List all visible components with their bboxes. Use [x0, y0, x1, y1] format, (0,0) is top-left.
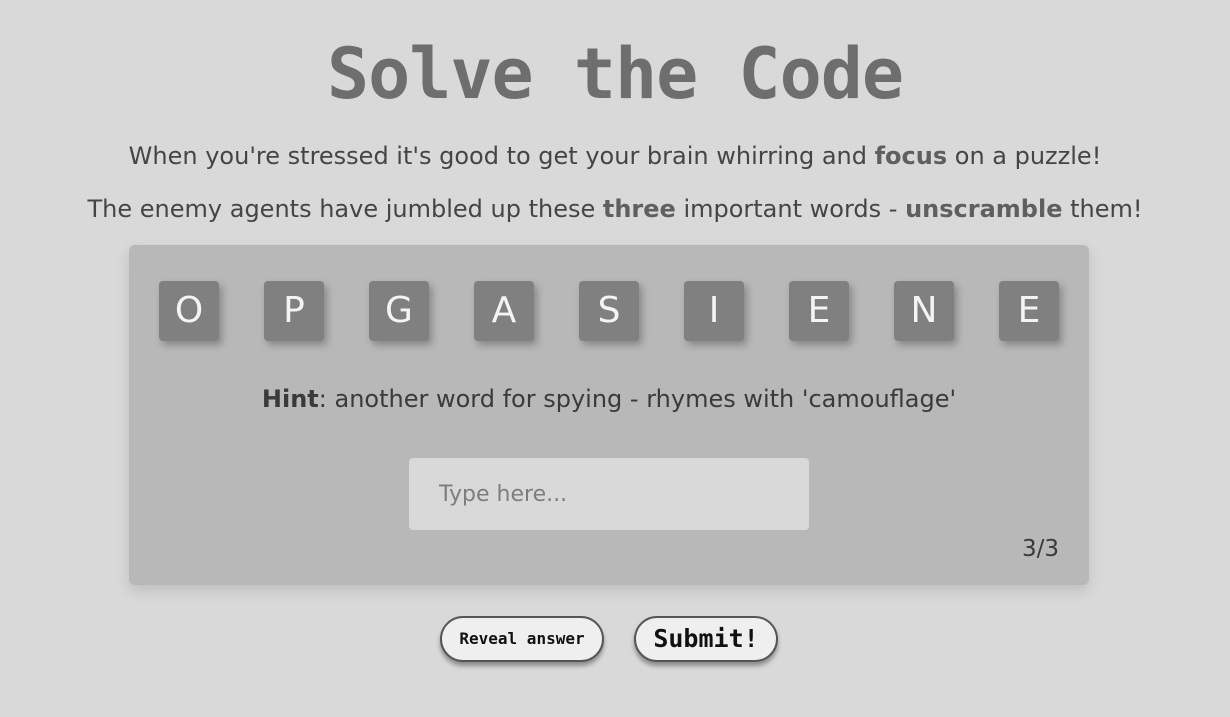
page-title: Solve the Code [326, 33, 904, 115]
letter-tile: G [369, 281, 429, 341]
hint-label: Hint [261, 385, 319, 413]
answer-input[interactable] [409, 458, 809, 530]
letter-tile: N [894, 281, 954, 341]
hint-body: : another word for spying - rhymes with … [318, 385, 957, 413]
intro-line-2-text-b: important words - [675, 195, 906, 223]
reveal-answer-button[interactable]: Reveal answer [440, 616, 604, 662]
intro-line-2: The enemy agents have jumbled up these t… [0, 193, 1230, 225]
intro-line-2-text-a: The enemy agents have jumbled up these [87, 195, 603, 223]
letter-tile: A [474, 281, 534, 341]
letter-tile: E [789, 281, 849, 341]
letter-tile: I [684, 281, 744, 341]
intro-line-1-text-b: on a puzzle! [947, 142, 1102, 170]
intro-line-1: When you're stressed it's good to get yo… [0, 140, 1230, 172]
intro-line-2-emphasis-2: unscramble [905, 195, 1063, 223]
intro-line-2-text-c: them! [1062, 195, 1143, 223]
hint-text: Hint: another word for spying - rhymes w… [129, 383, 1089, 415]
puzzle-panel: O P G A S I E N E Hint: another word for… [129, 245, 1089, 585]
letter-tile: S [579, 281, 639, 341]
intro-line-2-emphasis-1: three [602, 195, 676, 223]
letter-tile: P [264, 281, 324, 341]
word-counter: 3/3 [1021, 536, 1059, 562]
intro-line-1-emphasis: focus [874, 142, 948, 170]
letter-tile: E [999, 281, 1059, 341]
intro-line-1-text-a: When you're stressed it's good to get yo… [128, 142, 875, 170]
submit-button[interactable]: Submit! [634, 616, 778, 662]
letter-tile: O [159, 281, 219, 341]
